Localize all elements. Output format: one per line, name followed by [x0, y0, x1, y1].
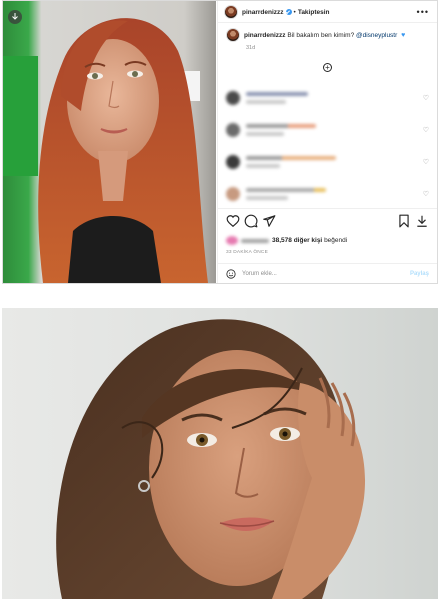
download-icon[interactable] [415, 214, 429, 228]
username-label[interactable]: pinarrdenizzz [242, 9, 284, 16]
second-photo-illustration [56, 319, 366, 599]
comment-content-blurred [246, 156, 336, 168]
comment-avatar[interactable] [226, 123, 240, 137]
comment-like-icon[interactable]: ♡ [423, 190, 429, 198]
instagram-post-card: pinarrdenizzz • Takiptesin ••• pinarrden… [2, 0, 438, 284]
caption-row: pinarrdenizzz Bil bakalım ben kimim? @di… [218, 27, 437, 43]
second-photo-brunette [2, 308, 438, 599]
comment-like-icon[interactable]: ♡ [423, 158, 429, 166]
download-icon[interactable] [8, 10, 22, 24]
comment-item: ♡ [218, 87, 437, 109]
comment-item: ♡ [218, 119, 437, 141]
load-more-icon[interactable]: + [323, 63, 332, 72]
comment-content-blurred [246, 188, 326, 200]
caption-text: pinarrdenizzz Bil bakalım ben kimim? @di… [244, 32, 405, 39]
add-comment-bar: Yorum ekle... Paylaş [218, 263, 437, 284]
actions-divider [218, 208, 437, 209]
heart-icon[interactable] [226, 214, 240, 228]
likes-end: beğendi [324, 237, 348, 244]
more-options-icon[interactable]: ••• [417, 7, 429, 17]
post-photo-red-hair [3, 1, 216, 283]
comment-like-icon[interactable]: ♡ [423, 126, 429, 134]
verified-badge-icon [285, 9, 292, 15]
likes-suffix[interactable]: diğer kişi [294, 237, 323, 244]
comment-avatar[interactable] [226, 155, 240, 169]
download-arrow-icon [12, 13, 18, 20]
liker-name-blurred [241, 238, 269, 243]
header-divider [218, 22, 437, 23]
add-comment-input[interactable]: Yorum ekle... [242, 271, 277, 277]
caption-time: 31d [246, 45, 256, 51]
likes-count[interactable]: 38,578 [272, 237, 292, 244]
comment-item: ♡ [218, 183, 437, 205]
comment-content-blurred [246, 92, 308, 104]
avatar[interactable] [224, 5, 238, 19]
caption-avatar[interactable] [226, 28, 240, 42]
post-timestamp: 33 DAKİKA ÖNCE [226, 250, 268, 255]
comment-like-icon[interactable]: ♡ [423, 94, 429, 102]
comment-avatar[interactable] [226, 187, 240, 201]
separator-dot: • [293, 8, 296, 16]
comment-content-blurred [246, 124, 316, 136]
emoji-icon[interactable] [226, 269, 236, 279]
post-header: pinarrdenizzz • Takiptesin ••• [218, 3, 437, 21]
post-photo-illustration [3, 1, 216, 283]
comment-icon[interactable] [244, 214, 258, 228]
likes-summary: 38,578 diğer kişi beğendi [226, 236, 347, 245]
comment-item: ♡ [218, 151, 437, 173]
send-icon[interactable] [262, 214, 276, 228]
caption-mention[interactable]: @disneyplustr [356, 32, 397, 39]
blue-heart-emoji: ♥ [401, 31, 406, 39]
bookmark-icon[interactable] [397, 214, 411, 228]
share-comment-button[interactable]: Paylaş [410, 271, 429, 277]
liker-avatar-blurred [226, 236, 238, 245]
post-sidebar: pinarrdenizzz • Takiptesin ••• pinarrden… [217, 1, 437, 283]
caption-username[interactable]: pinarrdenizzz [244, 32, 286, 39]
action-bar [226, 214, 429, 230]
comment-avatar[interactable] [226, 91, 240, 105]
load-more-comments[interactable]: + [218, 63, 437, 72]
following-button[interactable]: Takiptesin [298, 9, 330, 16]
caption-body: Bil bakalım ben kimim? [287, 31, 355, 39]
